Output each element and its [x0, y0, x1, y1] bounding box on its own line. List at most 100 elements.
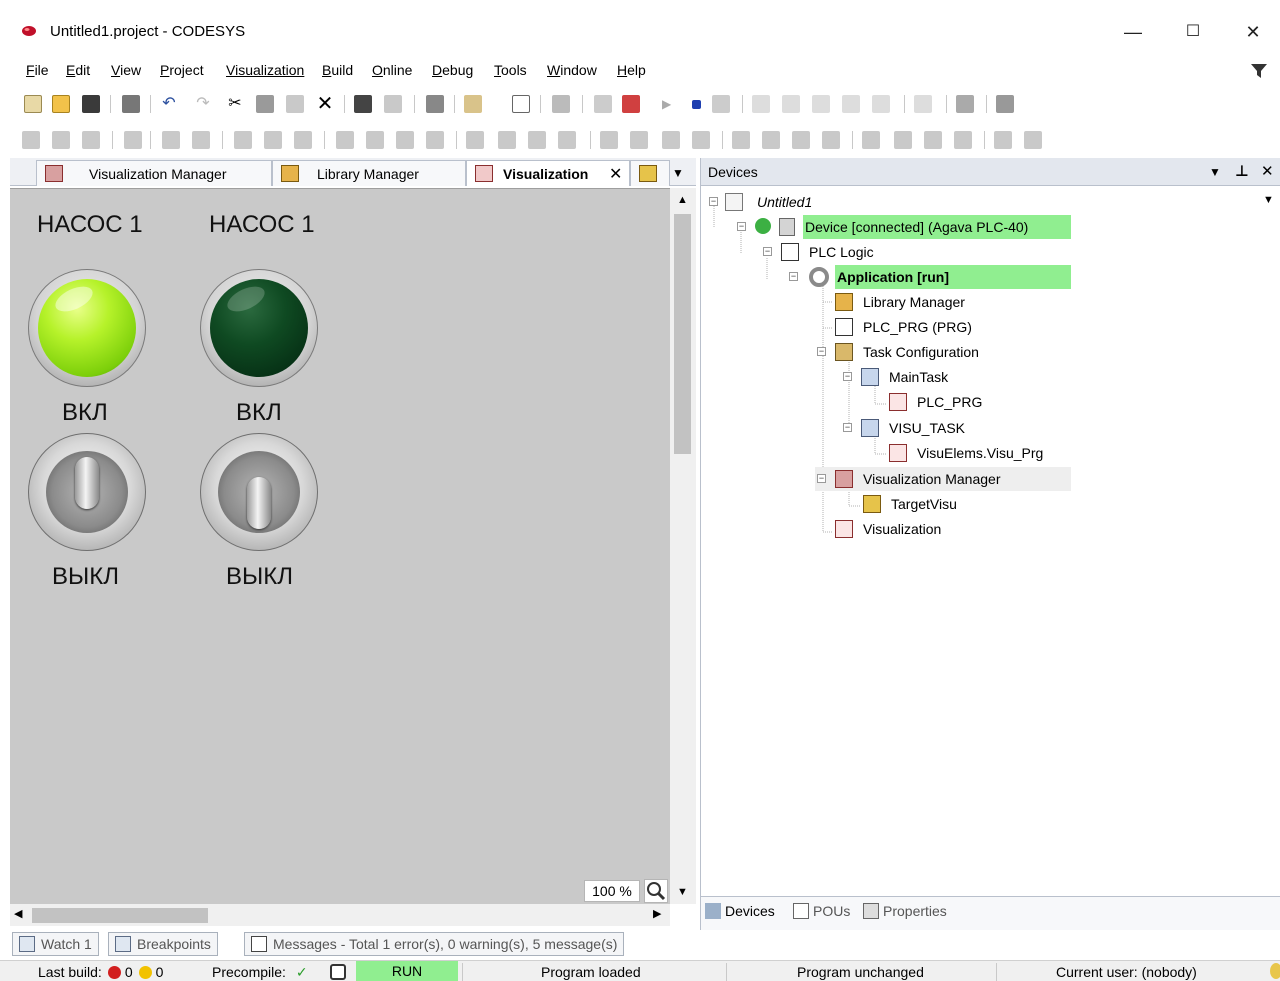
size-icon[interactable]	[662, 131, 680, 149]
distribute-icon[interactable]	[498, 131, 516, 149]
add-device-icon[interactable]	[512, 95, 530, 113]
distribute-icon[interactable]	[466, 131, 484, 149]
menu-debug[interactable]: Debug	[432, 62, 473, 78]
close-tab-icon[interactable]: ✕	[609, 164, 622, 184]
menu-build[interactable]: Build	[322, 62, 353, 78]
tree-item-device[interactable]: Device [connected] (Agava PLC-40)	[803, 215, 1071, 239]
tree-item-library-manager[interactable]: Library Manager	[833, 290, 1073, 314]
scroll-down-icon[interactable]: ▼	[677, 886, 688, 898]
scroll-thumb[interactable]	[32, 908, 208, 923]
copy-icon[interactable]	[256, 95, 274, 113]
close-window-button[interactable]: ✕	[1230, 20, 1276, 44]
align-center-icon[interactable]	[264, 131, 282, 149]
tree-item-project[interactable]: − Untitled1	[705, 190, 1005, 214]
element-list-icon[interactable]	[1024, 131, 1042, 149]
tree-item-visu-task[interactable]: − VISU_TASK	[841, 416, 1041, 440]
menu-tools[interactable]: Tools	[494, 62, 527, 78]
tree-item-visualization-manager[interactable]: − Visualization Manager	[815, 467, 1071, 491]
element-list-icon[interactable]	[994, 131, 1012, 149]
menu-help[interactable]: Help	[617, 62, 646, 78]
minimize-button[interactable]: —	[1110, 20, 1156, 44]
horizontal-scrollbar[interactable]: ◀ ▶	[10, 904, 670, 926]
open-project-icon[interactable]	[52, 95, 70, 113]
collapse-icon[interactable]: −	[817, 347, 826, 356]
frame-icon[interactable]	[954, 131, 972, 149]
save-icon[interactable]	[82, 95, 100, 113]
tree-item-visualization[interactable]: Visualization	[833, 517, 1033, 541]
tab-library-manager[interactable]: Library Manager	[272, 160, 466, 186]
menu-edit[interactable]: Edit	[66, 62, 90, 78]
size-icon[interactable]	[600, 131, 618, 149]
tab-breakpoints[interactable]: Breakpoints	[108, 932, 218, 956]
size-icon[interactable]	[630, 131, 648, 149]
collapse-icon[interactable]: −	[737, 222, 746, 231]
distribute-icon[interactable]	[528, 131, 546, 149]
pump1-toggle-switch[interactable]	[28, 433, 146, 551]
tab-visualization[interactable]: Visualization ✕	[466, 160, 630, 186]
build-icon[interactable]	[552, 95, 570, 113]
lock-icon[interactable]	[330, 964, 346, 980]
tab-overflow-icon[interactable]: ▼	[672, 166, 684, 180]
align-bottom-icon[interactable]	[426, 131, 444, 149]
run-to-cursor-icon[interactable]	[842, 95, 860, 113]
notification-icon[interactable]	[1270, 963, 1280, 979]
tree-item-visu-task-prg[interactable]: VisuElems.Visu_Prg	[887, 441, 1087, 465]
pin-icon[interactable]: ⊥	[1235, 162, 1249, 180]
align-top-icon[interactable]	[336, 131, 354, 149]
align-right-icon[interactable]	[294, 131, 312, 149]
pump2-toggle-switch[interactable]	[200, 433, 318, 551]
scroll-up-icon[interactable]: ▲	[677, 194, 688, 206]
visualization-canvas[interactable]: НАСОС 1 НАСОС 1 ВКЛ ВКЛ ВЫКЛ ВЫКЛ	[10, 188, 670, 904]
step-out-icon[interactable]	[812, 95, 830, 113]
start-icon[interactable]: ▶	[662, 95, 680, 113]
group-icon[interactable]	[124, 131, 142, 149]
collapse-icon[interactable]: −	[709, 197, 718, 206]
print-icon[interactable]	[122, 95, 140, 113]
collapse-icon[interactable]: −	[843, 423, 852, 432]
tree-item-target-visu[interactable]: TargetVisu	[861, 492, 1061, 516]
scroll-left-icon[interactable]: ◀	[14, 907, 22, 920]
vertical-scrollbar[interactable]: ▲ ▼	[670, 188, 696, 904]
tab-devices[interactable]: Devices	[705, 903, 775, 919]
add-object-icon[interactable]	[464, 95, 482, 113]
grid-icon[interactable]	[732, 131, 750, 149]
login-icon[interactable]	[594, 95, 612, 113]
find-icon[interactable]	[354, 95, 372, 113]
size-icon[interactable]	[692, 131, 710, 149]
cut-icon[interactable]: ✂	[226, 95, 244, 113]
frame-icon[interactable]	[862, 131, 880, 149]
stop-icon[interactable]	[692, 100, 701, 109]
menu-window[interactable]: Window	[547, 62, 597, 78]
collapse-icon[interactable]: −	[817, 474, 826, 483]
tab-target-visu[interactable]	[630, 160, 670, 186]
menu-project[interactable]: Project	[160, 62, 204, 78]
logout-icon[interactable]	[622, 95, 640, 113]
filter-icon[interactable]	[1250, 62, 1268, 80]
grid-icon[interactable]	[822, 131, 840, 149]
close-panel-icon[interactable]: ✕	[1261, 162, 1274, 180]
tab-pous[interactable]: POUs	[793, 903, 850, 919]
tree-item-plc-logic[interactable]: − PLC Logic	[763, 240, 963, 264]
align-icon[interactable]	[22, 131, 40, 149]
pump2-lamp[interactable]	[200, 269, 318, 387]
align-icon[interactable]	[82, 131, 100, 149]
online-config-icon[interactable]	[956, 95, 974, 113]
tab-properties[interactable]: Properties	[863, 903, 947, 919]
send-back-icon[interactable]	[192, 131, 210, 149]
undo-icon[interactable]: ↶	[160, 95, 178, 113]
align-icon[interactable]	[52, 131, 70, 149]
collapse-icon[interactable]: −	[763, 247, 772, 256]
distribute-icon[interactable]	[558, 131, 576, 149]
tree-item-plc-prg[interactable]: PLC_PRG (PRG)	[833, 315, 1073, 339]
breakpoint-icon[interactable]	[872, 95, 890, 113]
tab-messages[interactable]: Messages - Total 1 error(s), 0 warning(s…	[244, 932, 625, 956]
tab-watch[interactable]: Watch 1	[12, 932, 99, 956]
scroll-thumb[interactable]	[674, 214, 691, 454]
menu-online[interactable]: Online	[372, 62, 412, 78]
align-bottom-icon[interactable]	[396, 131, 414, 149]
tree-dropdown-icon[interactable]: ▼	[1263, 194, 1274, 206]
bring-front-icon[interactable]	[162, 131, 180, 149]
collapse-icon[interactable]: −	[789, 272, 798, 281]
grid-icon[interactable]	[762, 131, 780, 149]
write-values-icon[interactable]	[914, 95, 932, 113]
